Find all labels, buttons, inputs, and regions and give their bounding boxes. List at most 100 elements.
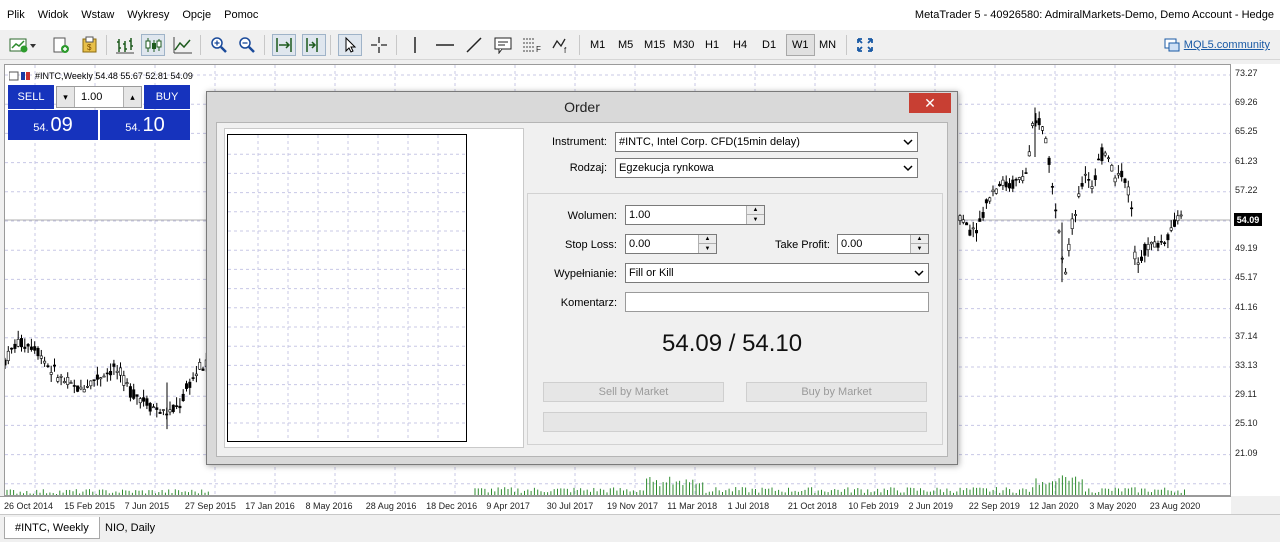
stop-loss-input[interactable]: 0.00 ▲ ▼ xyxy=(625,234,717,254)
market-watch-icon[interactable]: $ xyxy=(78,34,102,56)
chart-shift-icon[interactable] xyxy=(302,34,326,56)
text-label-icon[interactable] xyxy=(491,34,515,56)
instrument-select[interactable]: #INTC, Intel Corp. CFD(15min delay) xyxy=(615,132,918,152)
candle-body xyxy=(1067,243,1071,251)
candle-body xyxy=(158,411,162,414)
stop-loss-spinner[interactable]: ▲ ▼ xyxy=(698,235,716,253)
candle-body xyxy=(1014,178,1018,181)
take-profit-spinner[interactable]: ▲ ▼ xyxy=(910,235,928,253)
candle-body xyxy=(1136,262,1140,265)
candle-body xyxy=(961,219,965,223)
candle-body xyxy=(1064,271,1068,275)
price-axis-tick: 21.09 xyxy=(1235,447,1258,458)
timeframe-mn[interactable]: MN xyxy=(814,34,841,56)
candle-body xyxy=(16,338,20,347)
timeframe-w1[interactable]: W1 xyxy=(786,34,815,56)
candle-body xyxy=(1107,157,1111,160)
volume-increase-icon[interactable]: ▴ xyxy=(123,87,141,107)
timeframe-h4[interactable]: H4 xyxy=(728,34,752,56)
candle-body xyxy=(13,343,17,349)
one-click-trading-panel: SELL ▾ 1.00 ▴ BUY 54. 09 54. 10 xyxy=(8,85,190,140)
candle-body xyxy=(1077,193,1081,197)
candle-body xyxy=(86,386,90,388)
price-axis-tick: 29.11 xyxy=(1235,389,1257,400)
one-click-buy-price[interactable]: 54. 10 xyxy=(100,110,190,140)
candle-body xyxy=(984,199,988,204)
auto-scroll-icon[interactable] xyxy=(272,34,296,56)
menu-view[interactable]: Widok xyxy=(31,0,75,30)
candle-body xyxy=(998,183,1002,187)
volume-spinner[interactable]: ▲ ▼ xyxy=(746,206,764,224)
new-chart-icon[interactable] xyxy=(6,34,40,56)
horizontal-line-icon[interactable] xyxy=(433,34,457,56)
menu-options[interactable]: Opcje xyxy=(175,0,217,30)
spinner-down-icon[interactable]: ▼ xyxy=(747,215,764,224)
time-axis-tick: 2 Jun 2019 xyxy=(908,501,954,511)
take-profit-input[interactable]: 0.00 ▲ ▼ xyxy=(837,234,929,254)
candle-body xyxy=(1090,186,1094,189)
spinner-down-icon[interactable]: ▼ xyxy=(699,244,716,253)
tab-nio-daily[interactable]: NIO, Daily xyxy=(95,517,165,539)
chevron-down-icon xyxy=(914,270,924,277)
mql5-community-link[interactable]: MQL5.community xyxy=(1164,38,1270,52)
indicators-icon[interactable]: f xyxy=(550,34,574,56)
candle-body xyxy=(26,344,30,347)
take-profit-label: Take Profit: xyxy=(774,239,830,251)
menu-charts[interactable]: Wykresy xyxy=(120,0,175,30)
candle-body xyxy=(56,377,60,382)
close-icon[interactable]: ✕ xyxy=(909,93,951,113)
one-click-sell-button[interactable]: SELL xyxy=(8,85,54,109)
trendline-icon[interactable] xyxy=(462,34,486,56)
comment-input[interactable] xyxy=(625,292,929,312)
filling-select[interactable]: Fill or Kill xyxy=(625,263,929,283)
spinner-down-icon[interactable]: ▼ xyxy=(911,244,928,253)
menu-help[interactable]: Pomoc xyxy=(217,0,264,30)
timeframe-m15[interactable]: M15 xyxy=(639,34,670,56)
zoom-out-icon[interactable] xyxy=(235,34,259,56)
mql5-icon xyxy=(1164,38,1180,52)
price-axis-tick: 61.23 xyxy=(1235,155,1258,166)
timeframe-m30[interactable]: M30 xyxy=(668,34,699,56)
price-axis-tick: 73.27 xyxy=(1235,68,1258,78)
price-axis-tick: 41.16 xyxy=(1235,301,1258,312)
price-axis-tick: 33.13 xyxy=(1235,360,1258,370)
one-click-volume-value[interactable]: 1.00 xyxy=(81,91,102,103)
timeframe-d1[interactable]: D1 xyxy=(757,34,781,56)
profiles-icon[interactable] xyxy=(49,34,73,56)
volume-input[interactable]: 1.00 ▲ ▼ xyxy=(625,205,765,225)
volume-decrease-icon[interactable]: ▾ xyxy=(57,87,75,107)
one-click-buy-button[interactable]: BUY xyxy=(144,85,190,109)
candle-body xyxy=(168,409,172,413)
timeframe-h1[interactable]: H1 xyxy=(700,34,724,56)
zoom-in-icon[interactable] xyxy=(207,34,231,56)
chevron-down-icon xyxy=(903,139,913,146)
sell-by-market-button[interactable]: Sell by Market xyxy=(543,382,724,402)
bar-chart-icon[interactable] xyxy=(113,34,137,56)
buy-by-market-button[interactable]: Buy by Market xyxy=(746,382,927,402)
timeframe-m1[interactable]: M1 xyxy=(585,34,610,56)
one-click-sell-price[interactable]: 54. 09 xyxy=(8,110,98,140)
candlestick-chart-icon[interactable] xyxy=(141,34,165,56)
price-axis-tick: 49.19 xyxy=(1235,243,1258,254)
comment-label: Komentarz: xyxy=(560,297,617,309)
fibonacci-icon[interactable]: F xyxy=(520,34,544,56)
candle-body xyxy=(1100,147,1104,162)
menu-insert[interactable]: Wstaw xyxy=(74,0,120,30)
order-type-select[interactable]: Egzekucja rynkowa xyxy=(615,158,918,178)
timeframe-m5[interactable]: M5 xyxy=(613,34,638,56)
volume-value: 1.00 xyxy=(629,209,651,221)
candle-body xyxy=(965,222,969,226)
candle-body xyxy=(20,338,24,348)
cursor-icon[interactable] xyxy=(338,34,362,56)
candle-body xyxy=(1004,181,1008,188)
fullscreen-icon[interactable] xyxy=(853,34,877,56)
crosshair-icon[interactable] xyxy=(367,34,391,56)
vertical-line-icon[interactable] xyxy=(403,34,427,56)
tab-intc-weekly[interactable]: #INTC, Weekly xyxy=(4,517,100,539)
candle-body xyxy=(109,370,113,376)
candle-body xyxy=(79,386,83,390)
one-click-volume[interactable]: ▾ 1.00 ▴ xyxy=(56,86,142,108)
time-axis-tick: 23 Aug 2020 xyxy=(1149,501,1201,511)
line-chart-icon[interactable] xyxy=(171,34,195,56)
menu-file[interactable]: Plik xyxy=(0,0,31,30)
